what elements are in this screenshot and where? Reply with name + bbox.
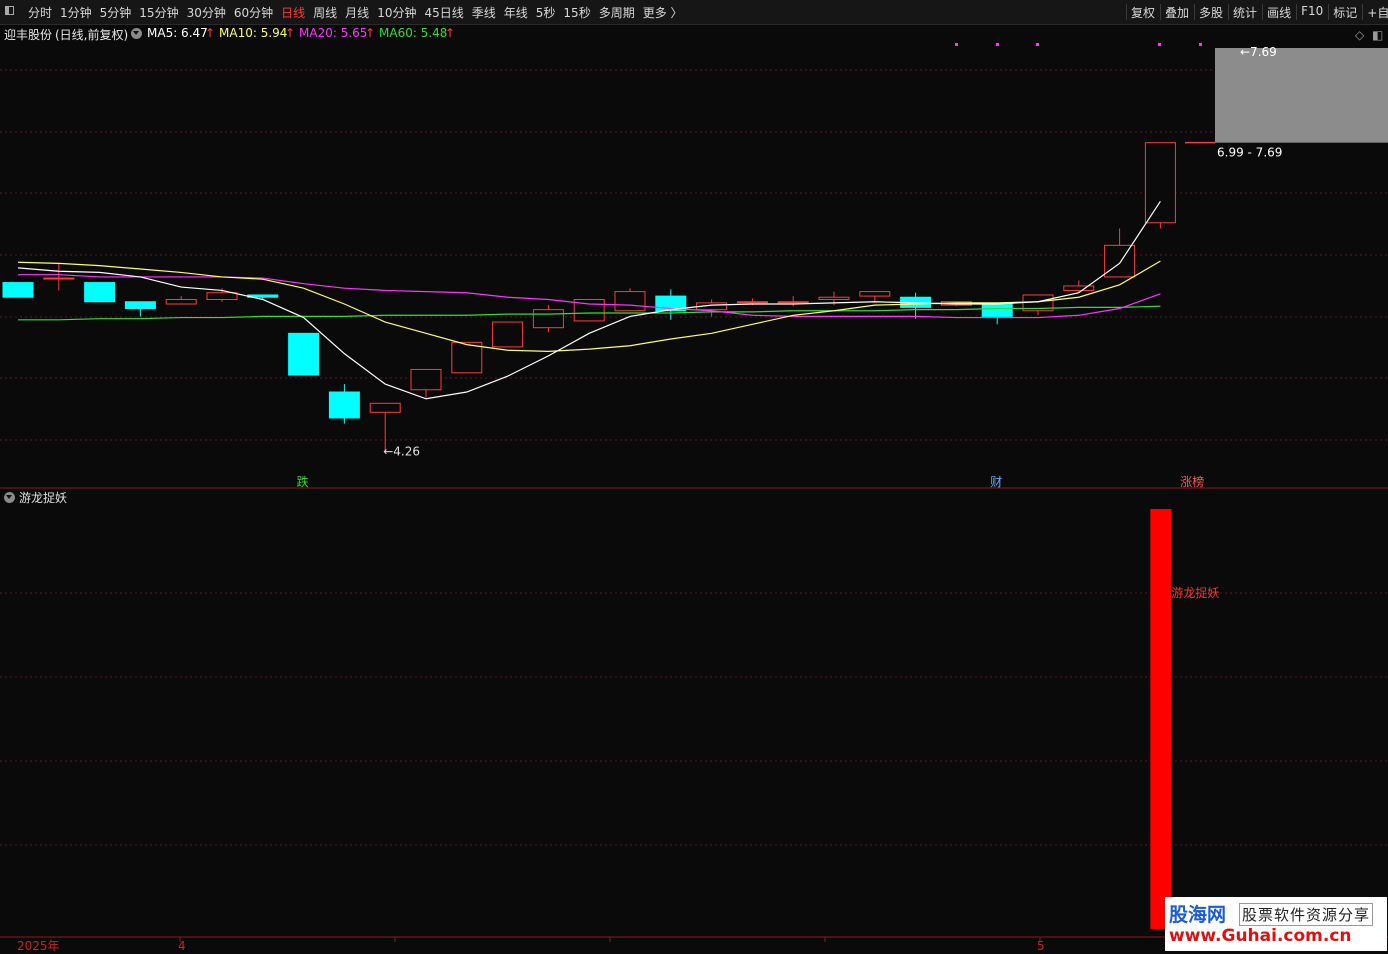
x-axis-label: 2025年 xyxy=(17,939,60,953)
candle-body xyxy=(859,291,891,297)
candle-body xyxy=(736,301,768,304)
candle-body xyxy=(206,292,238,300)
candle-body xyxy=(1144,142,1176,224)
marker-dot xyxy=(996,43,999,46)
marker-dot xyxy=(1158,43,1161,46)
candle-body xyxy=(492,321,524,348)
x-axis-label: 4 xyxy=(178,939,186,953)
projection-box xyxy=(1215,48,1388,143)
candle-body xyxy=(532,309,564,329)
candle-body xyxy=(369,402,401,413)
event-marker: 财 xyxy=(990,475,1002,489)
event-marker: 涨榜 xyxy=(1180,474,1204,489)
candle-body xyxy=(165,298,197,305)
candle-body xyxy=(124,301,156,310)
x-axis-label: 5 xyxy=(1037,939,1045,953)
high-price-label: ←7.69 xyxy=(1240,45,1277,59)
watermark-name: 股海网 xyxy=(1169,904,1227,926)
event-marker: 跌 xyxy=(297,474,309,489)
candle-body xyxy=(1063,285,1095,291)
candle-body xyxy=(614,291,646,312)
candle-body xyxy=(288,332,320,376)
kline-chart[interactable]: ←4.26 ←7.69 6.99 - 7.69 跌 财 涨榜 2025年 4 5 游龙捉妖 xyxy=(0,0,1388,954)
signal-bar xyxy=(1150,509,1172,929)
watermark-logo: 股海网 股票软件资源分享 www.Guhai.com.cn xyxy=(1165,897,1387,951)
candle-body xyxy=(451,341,483,374)
marker-dot xyxy=(1199,43,1202,46)
signal-label: 游龙捉妖 xyxy=(1171,585,1219,600)
candle-body xyxy=(2,282,34,298)
candle-body xyxy=(1104,244,1136,278)
indicator-dropdown-icon[interactable] xyxy=(4,492,15,503)
range-label: 6.99 - 7.69 xyxy=(1217,146,1282,160)
candle-body xyxy=(328,391,360,419)
watermark-url: www.Guhai.com.cn xyxy=(1169,926,1352,946)
candle-body xyxy=(84,282,116,303)
low-price-label: ←4.26 xyxy=(383,445,420,459)
candle-body xyxy=(43,277,75,280)
candle-body xyxy=(818,296,850,300)
indicator-title[interactable]: 游龙捉妖 xyxy=(19,489,67,506)
marker-dot xyxy=(1036,43,1039,46)
candle-body xyxy=(410,368,442,391)
candle-body xyxy=(777,301,809,304)
watermark-slogan: 股票软件资源分享 xyxy=(1239,903,1374,926)
candle-body xyxy=(981,303,1013,317)
marker-dot xyxy=(955,43,958,46)
